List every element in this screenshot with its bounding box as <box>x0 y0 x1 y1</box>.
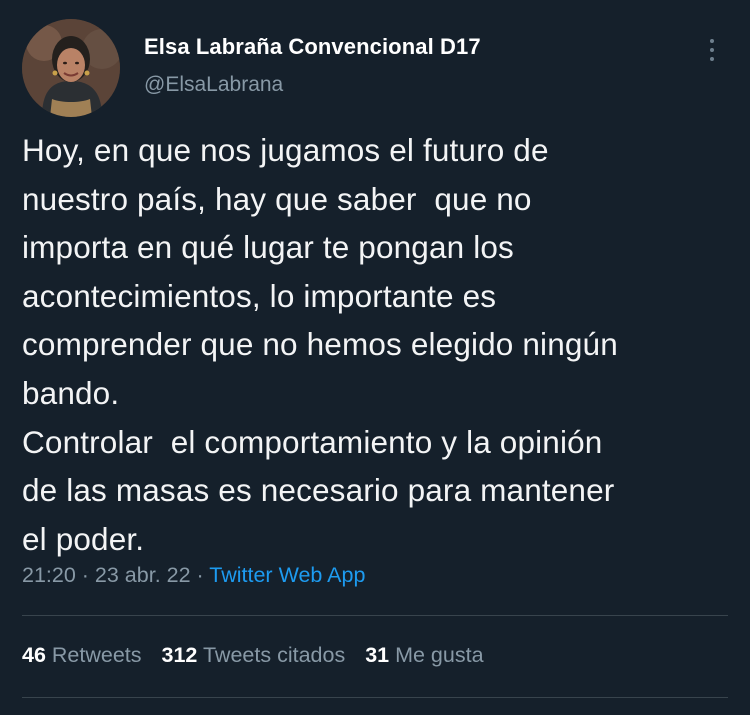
tweet-source-link[interactable]: Twitter Web App <box>209 563 365 587</box>
tweet-text-line: bando. <box>22 374 120 411</box>
retweets-count: 46 <box>22 643 46 667</box>
divider <box>22 615 728 616</box>
likes-stat[interactable]: 31 Me gusta <box>365 643 483 667</box>
more-dot <box>710 48 714 52</box>
tweet-text-line: de las masas es necesario para mantener <box>22 472 615 509</box>
tweet-text-line: acontecimientos, lo importante es <box>22 277 497 314</box>
tweet-text-line: Hoy, en que nos jugamos el futuro de <box>22 132 549 168</box>
quote-tweets-label: Tweets citados <box>202 643 346 667</box>
profile-photo-icon <box>22 19 120 117</box>
meta-separator: · <box>190 563 210 587</box>
tweet-time[interactable]: 21:20 <box>22 563 76 587</box>
tweet-text-line: nuestro país, hay que saber que no <box>22 180 532 217</box>
quote-tweets-stat[interactable]: 312 Tweets citados <box>162 643 346 667</box>
tweet-text-line: comprender que no hemos elegido ningún <box>22 326 618 363</box>
divider <box>22 697 728 698</box>
avatar[interactable] <box>22 19 120 117</box>
tweet-date[interactable]: 23 abr. 22 <box>95 563 191 587</box>
tweet-text-line: importa en qué lugar te pongan los <box>22 229 514 266</box>
tweet-text-line: Controlar el comportamiento y la opinión <box>22 423 603 460</box>
likes-label: Me gusta <box>395 643 484 667</box>
tweet-stats: 46 Retweets 312 Tweets citados 31 Me gus… <box>22 643 498 668</box>
tweet-meta: 21:20 · 23 abr. 22 · Twitter Web App <box>22 563 365 588</box>
author-handle[interactable]: @ElsaLabrana <box>144 73 481 97</box>
retweets-label: Retweets <box>51 643 142 667</box>
meta-separator: · <box>75 563 95 587</box>
author-display-name[interactable]: Elsa Labraña Convencional D17 <box>144 34 481 60</box>
more-dot <box>710 57 714 61</box>
user-info: Elsa Labraña Convencional D17 @ElsaLabra… <box>144 34 481 97</box>
tweet-card: Elsa Labraña Convencional D17 @ElsaLabra… <box>0 0 750 715</box>
retweets-stat[interactable]: 46 Retweets <box>22 643 142 667</box>
more-options-icon[interactable] <box>700 30 724 70</box>
tweet-text: Hoy, en que nos jugamos el futuro de nue… <box>22 126 732 563</box>
more-dot <box>710 39 714 43</box>
quote-tweets-count: 312 <box>161 643 198 667</box>
tweet-text-line: el poder. <box>22 520 145 557</box>
likes-count: 31 <box>365 643 390 667</box>
